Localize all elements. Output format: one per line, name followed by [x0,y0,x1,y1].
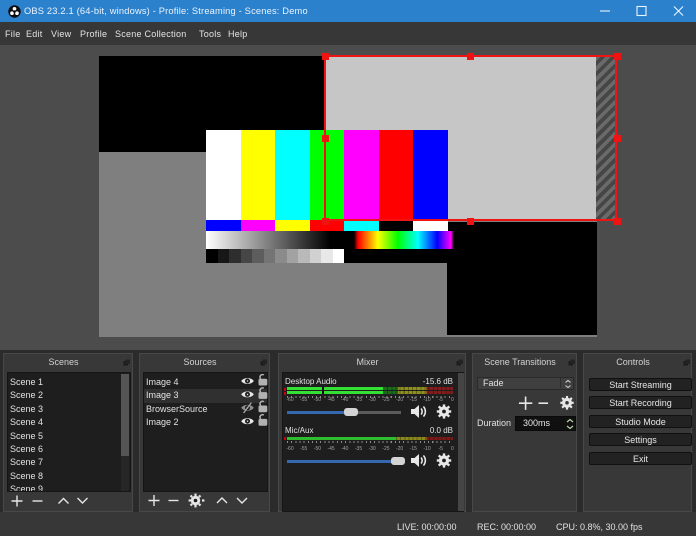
svg-text:-55: -55 [300,446,307,452]
svg-text:-10: -10 [423,397,430,403]
svg-text:-10: -10 [423,446,430,452]
svg-text:-35: -35 [355,397,362,403]
svg-text:-30: -30 [369,397,376,403]
svg-text:-15: -15 [410,397,417,403]
svg-text:0: 0 [451,397,454,403]
svg-text:-60: -60 [286,397,293,403]
svg-text:0: 0 [451,446,454,452]
svg-text:-50: -50 [314,446,321,452]
svg-text:-5: -5 [438,397,443,403]
svg-text:-40: -40 [341,397,348,403]
svg-text:-25: -25 [382,446,389,452]
svg-text:-50: -50 [314,397,321,403]
svg-text:-60: -60 [286,446,293,452]
svg-text:-20: -20 [396,397,403,403]
svg-text:-35: -35 [355,446,362,452]
svg-text:-5: -5 [438,446,443,452]
svg-text:-45: -45 [327,446,334,452]
svg-text:-55: -55 [300,397,307,403]
svg-text:-25: -25 [382,397,389,403]
svg-text:-15: -15 [410,446,417,452]
svg-text:-30: -30 [369,446,376,452]
svg-text:-40: -40 [341,446,348,452]
svg-text:-45: -45 [327,397,334,403]
svg-text:-20: -20 [396,446,403,452]
